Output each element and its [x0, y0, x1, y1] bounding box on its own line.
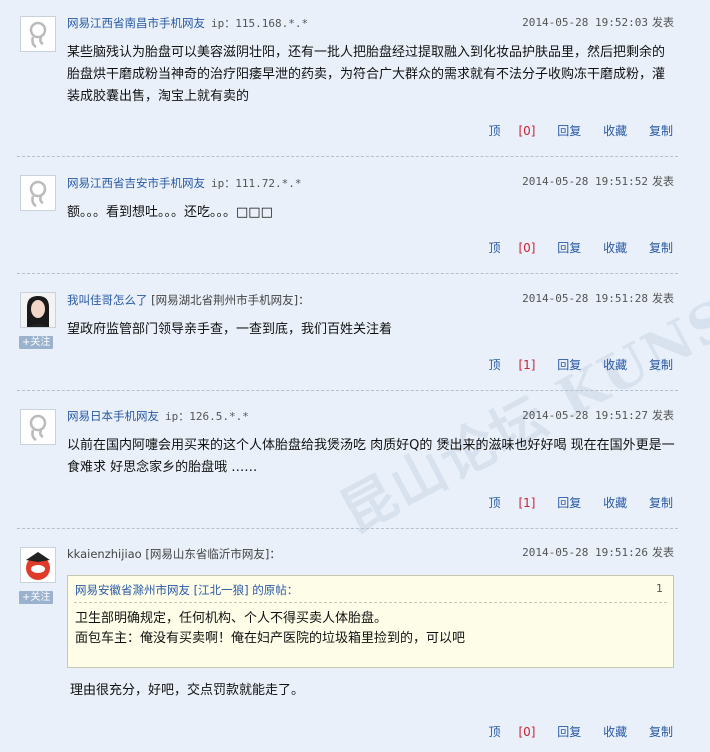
up-vote-label: 顶 [488, 241, 501, 255]
up-vote-count: [1] [518, 358, 536, 372]
post-actions: 顶 [1] 回复 收藏 复制 [452, 356, 673, 373]
default-avatar-icon[interactable] [20, 409, 56, 445]
post-content: 以前在国内阿嚏会用买来的这个人体胎盘给我煲汤吃 肉质好Q的 煲出来的滋味也好好喝… [67, 438, 675, 475]
user-ip: ip：111.72.*.* [211, 177, 302, 190]
up-vote-count: [0] [518, 725, 536, 739]
user-ip: ip：126.5.*.* [165, 410, 249, 423]
user-name-text[interactable]: kkaienzhijiao [67, 547, 142, 561]
quote-divider [74, 602, 667, 603]
timestamp-label: 发表 [652, 175, 674, 188]
reply-button[interactable]: 回复 [557, 241, 581, 255]
divider [17, 390, 678, 391]
user-name[interactable]: 网易日本手机网友 ip：126.5.*.* [67, 408, 249, 424]
divider [17, 273, 678, 274]
timestamp-text: 2014-05-28 19:51:27 [522, 409, 648, 422]
quote-line: 面包车主：俺没有买卖啊！俺在妇产医院的垃圾箱里捡到的，可以吧 [75, 631, 466, 646]
post-timestamp: 2014-05-28 19:52:03 发表 [522, 14, 674, 30]
up-vote-button[interactable]: 顶 [0] [470, 241, 535, 255]
post-timestamp: 2014-05-28 19:51:28 发表 [522, 290, 674, 306]
timestamp-text: 2014-05-28 19:51:28 [522, 292, 648, 305]
timestamp-text: 2014-05-28 19:52:03 [522, 16, 648, 29]
user-name[interactable]: 网易江西省南昌市手机网友 ip：115.168.*.* [67, 15, 308, 31]
post-timestamp: 2014-05-28 19:51:52 发表 [522, 173, 674, 189]
post-actions: 顶 [0] 回复 收藏 复制 [452, 723, 673, 740]
user-name-text[interactable]: 网易江西省吉安市手机网友 [67, 176, 205, 190]
timestamp-text: 2014-05-28 19:51:52 [522, 175, 648, 188]
post-actions: 顶 [0] 回复 收藏 复制 [452, 239, 673, 256]
reply-button[interactable]: 回复 [557, 496, 581, 510]
user-avatar[interactable] [20, 292, 56, 328]
user-name-text[interactable]: 网易日本手机网友 [67, 409, 159, 423]
quoted-post: 网易安徽省滁州市网友 [江北一狼] 的原帖： 1 卫生部明确规定，任何机构、个人… [67, 575, 674, 668]
post-timestamp: 2014-05-28 19:51:26 发表 [522, 544, 674, 560]
user-location: [网易湖北省荆州市手机网友]： [151, 293, 310, 307]
up-vote-count: [0] [518, 124, 536, 138]
timestamp-label: 发表 [652, 16, 674, 29]
divider [17, 156, 678, 157]
quote-floor-number: 1 [656, 582, 663, 595]
user-name[interactable]: kkaienzhijiao [网易山东省临沂市网友]： [67, 546, 281, 562]
user-location: [网易山东省临沂市网友]： [145, 547, 281, 561]
favorite-button[interactable]: 收藏 [603, 496, 627, 510]
post-timestamp: 2014-05-28 19:51:27 发表 [522, 407, 674, 423]
post-actions: 顶 [1] 回复 收藏 复制 [452, 494, 673, 511]
up-vote-button[interactable]: 顶 [0] [470, 725, 535, 739]
user-name-text[interactable]: 网易江西省南昌市手机网友 [67, 16, 205, 30]
user-name[interactable]: 我叫佳哥怎么了 [网易湖北省荆州市手机网友]： [67, 292, 310, 308]
favorite-button[interactable]: 收藏 [603, 124, 627, 138]
up-vote-count: [0] [518, 241, 536, 255]
post-content: 某些脑残认为胎盘可以美容滋阴壮阳，还有一批人把胎盘经过提取融入到化妆品护肤品里，… [67, 45, 666, 104]
copy-button[interactable]: 复制 [649, 725, 673, 739]
up-vote-label: 顶 [488, 358, 501, 372]
copy-button[interactable]: 复制 [649, 496, 673, 510]
copy-button[interactable]: 复制 [649, 358, 673, 372]
timestamp-label: 发表 [652, 546, 674, 559]
divider [17, 528, 678, 529]
quote-line: 卫生部明确规定，任何机构、个人不得买卖人体胎盘。 [75, 611, 388, 626]
default-avatar-icon[interactable] [20, 175, 56, 211]
post-content: 理由很充分，好吧，交点罚款就能走了。 [70, 683, 305, 698]
favorite-button[interactable]: 收藏 [603, 358, 627, 372]
favorite-button[interactable]: 收藏 [603, 241, 627, 255]
up-vote-button[interactable]: 顶 [0] [470, 124, 535, 138]
up-vote-label: 顶 [488, 496, 501, 510]
post-content: 额。。。看到想吐。。。还吃。。。□□□ [67, 205, 273, 220]
copy-button[interactable]: 复制 [649, 124, 673, 138]
quote-header[interactable]: 网易安徽省滁州市网友 [江北一狼] 的原帖： [75, 582, 298, 598]
post-content: 望政府监管部门领导亲手查，一查到底，我们百姓关注着 [67, 322, 393, 337]
user-ip: ip：115.168.*.* [211, 17, 309, 30]
default-avatar-icon[interactable] [20, 16, 56, 52]
reply-button[interactable]: 回复 [557, 358, 581, 372]
up-vote-button[interactable]: 顶 [1] [470, 358, 535, 372]
up-vote-label: 顶 [488, 725, 501, 739]
timestamp-label: 发表 [652, 409, 674, 422]
user-avatar[interactable] [20, 547, 56, 583]
timestamp-text: 2014-05-28 19:51:26 [522, 546, 648, 559]
up-vote-count: [1] [518, 496, 536, 510]
follow-button[interactable]: +关注 [19, 591, 54, 604]
timestamp-label: 发表 [652, 292, 674, 305]
user-name[interactable]: 网易江西省吉安市手机网友 ip：111.72.*.* [67, 175, 301, 191]
up-vote-button[interactable]: 顶 [1] [470, 496, 535, 510]
reply-button[interactable]: 回复 [557, 124, 581, 138]
favorite-button[interactable]: 收藏 [603, 725, 627, 739]
user-name-text[interactable]: 我叫佳哥怎么了 [67, 293, 148, 307]
copy-button[interactable]: 复制 [649, 241, 673, 255]
quote-body: 卫生部明确规定，任何机构、个人不得买卖人体胎盘。 面包车主：俺没有买卖啊！俺在妇… [75, 609, 465, 649]
reply-button[interactable]: 回复 [557, 725, 581, 739]
follow-button[interactable]: +关注 [19, 336, 54, 349]
up-vote-label: 顶 [488, 124, 501, 138]
post-actions: 顶 [0] 回复 收藏 复制 [452, 122, 673, 139]
